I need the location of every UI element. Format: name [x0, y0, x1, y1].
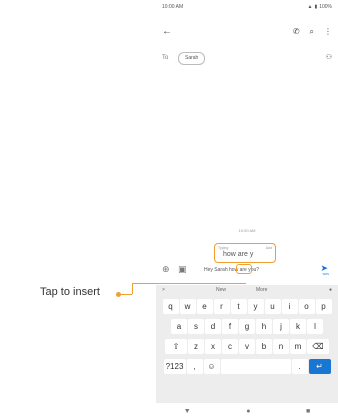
nav-recents-icon[interactable]: ■: [306, 408, 310, 415]
key-numbers[interactable]: ?123: [163, 359, 186, 374]
sms-label: SMS: [322, 272, 329, 276]
add-person-icon[interactable]: ⚇: [326, 53, 332, 61]
key-h[interactable]: h: [256, 319, 272, 334]
key-f[interactable]: f: [222, 319, 238, 334]
suggestion-bubble[interactable]: Typing how are y Add: [214, 243, 276, 263]
word-highlight[interactable]: [236, 264, 252, 274]
add-icon[interactable]: ⊕: [162, 264, 170, 275]
gallery-icon[interactable]: ▣: [178, 264, 187, 275]
keyboard-row-4: ?123 , ☺ . ↵: [156, 359, 338, 374]
nav-home-icon[interactable]: ●: [246, 408, 250, 415]
suggestion-add-label: Add: [265, 246, 272, 250]
message-timestamp: 10:00 AM: [238, 228, 256, 233]
key-r[interactable]: r: [213, 299, 230, 314]
recipient-chip[interactable]: Sarah: [178, 52, 206, 65]
toolbar-new[interactable]: New: [216, 287, 226, 293]
more-icon[interactable]: ⋮: [324, 27, 332, 37]
key-period[interactable]: .: [291, 359, 308, 374]
callout-label: Tap to insert: [40, 286, 100, 298]
key-u[interactable]: u: [264, 299, 281, 314]
back-arrow-icon[interactable]: ←: [162, 26, 172, 37]
key-w[interactable]: w: [179, 299, 196, 314]
key-z[interactable]: z: [188, 339, 204, 354]
suggestion-text: how are y: [223, 251, 254, 258]
battery-icon: ▮: [314, 4, 318, 10]
space-key[interactable]: [220, 359, 291, 374]
enter-icon[interactable]: ↵: [308, 359, 331, 374]
key-j[interactable]: j: [273, 319, 289, 334]
key-d[interactable]: d: [205, 319, 221, 334]
key-t[interactable]: t: [230, 299, 247, 314]
callout-line-vertical: [132, 283, 133, 294]
nav-back-icon[interactable]: ▼: [184, 408, 191, 415]
keyboard-row-1: q w e r t y u i o p: [156, 299, 338, 314]
key-o[interactable]: o: [298, 299, 315, 314]
key-c[interactable]: c: [222, 339, 238, 354]
key-k[interactable]: k: [290, 319, 306, 334]
signal-icon: ▲: [307, 4, 313, 10]
key-v[interactable]: v: [239, 339, 255, 354]
shift-icon[interactable]: ⇧: [165, 339, 187, 354]
keyboard-row-3: ⇧ z x c v b n m ⌫: [156, 339, 338, 354]
key-p[interactable]: p: [315, 299, 332, 314]
key-q[interactable]: q: [162, 299, 179, 314]
callout-line-horizontal: [132, 283, 246, 284]
app-bar: ← ✆ ⌕ ⋮: [156, 24, 338, 42]
battery-percent: 100%: [319, 4, 332, 10]
key-i[interactable]: i: [281, 299, 298, 314]
key-l[interactable]: l: [307, 319, 323, 334]
keyboard-row-2: a s d f g h j k l: [156, 319, 338, 334]
key-s[interactable]: s: [188, 319, 204, 334]
status-bar: 10:00 AM ▲ ▮ 100%: [156, 0, 338, 14]
search-icon[interactable]: ⌕: [310, 27, 314, 37]
key-g[interactable]: g: [239, 319, 255, 334]
keyboard-toolbar: > New More ●: [156, 285, 338, 295]
call-icon[interactable]: ✆: [293, 27, 300, 37]
recipient-row: To Sarah ⚇: [156, 50, 338, 66]
key-b[interactable]: b: [256, 339, 272, 354]
status-right: ▲ ▮ 100%: [307, 4, 332, 10]
status-time: 10:00 AM: [162, 4, 184, 10]
callout-line: [118, 294, 132, 295]
navigation-bar: ▼ ● ■: [156, 403, 338, 419]
key-n[interactable]: n: [273, 339, 289, 354]
toolbar-expand[interactable]: >: [162, 287, 165, 293]
key-comma[interactable]: ,: [186, 359, 203, 374]
key-y[interactable]: y: [247, 299, 264, 314]
emoji-icon[interactable]: ☺: [203, 359, 220, 374]
key-x[interactable]: x: [205, 339, 221, 354]
key-e[interactable]: e: [196, 299, 213, 314]
toolbar-more[interactable]: More: [256, 287, 267, 293]
compose-bar: ⊕ ▣ Hey Sarah how are you? ➤ SMS: [156, 263, 338, 277]
key-m[interactable]: m: [290, 339, 306, 354]
backspace-icon[interactable]: ⌫: [307, 339, 329, 354]
mic-icon[interactable]: ●: [329, 287, 332, 293]
suggestion-typing-label: Typing: [218, 246, 229, 250]
key-a[interactable]: a: [171, 319, 187, 334]
keyboard: > New More ● q w e r t y u i o p a s d f…: [156, 285, 338, 403]
phone-screen: 10:00 AM ▲ ▮ 100% ← ✆ ⌕ ⋮ To Sarah ⚇ 10:…: [156, 0, 338, 419]
to-label: To: [162, 55, 169, 61]
